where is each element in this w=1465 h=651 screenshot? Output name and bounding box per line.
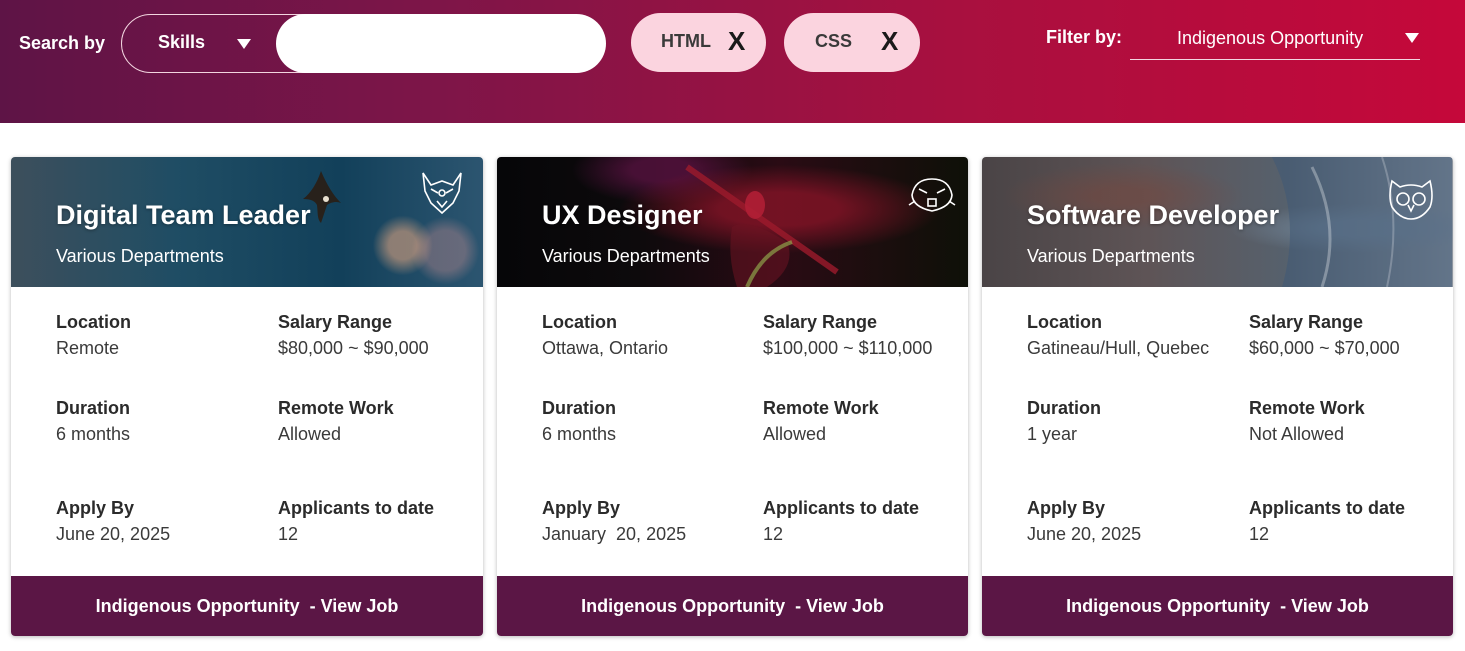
skills-dropdown-value: Skills xyxy=(158,32,206,52)
location-label: Location xyxy=(1027,312,1102,332)
chip-label: CSS xyxy=(815,31,853,51)
view-job-button-label: Indigenous Opportunity - View Job xyxy=(1066,595,1369,616)
chevron-down-icon xyxy=(1405,33,1419,43)
apply-by-label: Apply By xyxy=(1027,498,1106,518)
filter-dropdown[interactable]: Indigenous Opportunity xyxy=(1130,18,1420,60)
beaver-icon xyxy=(908,178,956,212)
view-job-button[interactable]: Indigenous Opportunity - View Job xyxy=(11,576,483,636)
location-label: Location xyxy=(542,312,617,332)
view-job-button[interactable]: Indigenous Opportunity - View Job xyxy=(982,576,1453,636)
applicants-value: 12 xyxy=(278,524,299,544)
job-card: Digital Team Leader Various Departments … xyxy=(11,157,483,636)
applicants-label: Applicants to date xyxy=(763,498,920,518)
view-job-button-label: Indigenous Opportunity - View Job xyxy=(95,595,399,616)
remove-chip-icon[interactable]: X xyxy=(881,26,898,56)
remote-work-value: Allowed xyxy=(278,424,342,444)
location-value: Ottawa, Ontario xyxy=(542,338,669,358)
location-label: Location xyxy=(56,312,131,332)
apply-by-label: Apply By xyxy=(56,498,135,518)
filter-by-label: Filter by: xyxy=(1046,27,1123,47)
skill-chip-css: CSS X xyxy=(784,13,920,72)
remote-work-label: Remote Work xyxy=(1249,398,1365,418)
search-header: Search by Skills HTML X CSS X Filter by:… xyxy=(0,0,1465,123)
location-value: Gatineau/Hull, Quebec xyxy=(1027,338,1210,358)
salary-value: $60,000 ~ $70,000 xyxy=(1249,338,1400,358)
job-title: Digital Team Leader xyxy=(56,200,311,230)
search-by-label: Search by xyxy=(19,33,106,53)
duration-value: 1 year xyxy=(1027,424,1078,444)
job-department: Various Departments xyxy=(56,246,224,266)
filter-dropdown-value: Indigenous Opportunity xyxy=(1177,28,1364,48)
apply-by-value: January 20, 2025 xyxy=(542,524,687,544)
duration-label: Duration xyxy=(542,398,616,418)
chevron-down-icon xyxy=(237,39,251,49)
wolf-icon xyxy=(422,172,462,215)
duration-value: 6 months xyxy=(56,424,131,444)
job-card: Software Developer Various Departments L… xyxy=(982,157,1453,636)
skill-chip-html: HTML X xyxy=(631,13,766,72)
salary-label: Salary Range xyxy=(278,312,393,332)
applicants-label: Applicants to date xyxy=(278,498,435,518)
remove-chip-icon[interactable]: X xyxy=(728,26,745,56)
salary-label: Salary Range xyxy=(1249,312,1364,332)
salary-label: Salary Range xyxy=(763,312,878,332)
card-header-image: UX Designer Various Departments xyxy=(497,157,968,287)
remote-work-label: Remote Work xyxy=(763,398,879,418)
apply-by-value: June 20, 2025 xyxy=(1027,524,1142,544)
view-job-button[interactable]: Indigenous Opportunity - View Job xyxy=(497,576,968,636)
remote-work-value: Not Allowed xyxy=(1249,424,1345,444)
applicants-label: Applicants to date xyxy=(1249,498,1406,518)
salary-value: $100,000 ~ $110,000 xyxy=(763,338,933,358)
card-header-image: Digital Team Leader Various Departments xyxy=(11,157,483,287)
apply-by-label: Apply By xyxy=(542,498,621,518)
duration-label: Duration xyxy=(1027,398,1101,418)
owl-icon xyxy=(1389,179,1433,220)
duration-label: Duration xyxy=(56,398,130,418)
job-title: UX Designer xyxy=(542,200,703,230)
card-header-image: Software Developer Various Departments xyxy=(982,157,1453,287)
chip-label: HTML xyxy=(661,31,711,51)
location-value: Remote xyxy=(56,338,120,358)
job-department: Various Departments xyxy=(1027,246,1195,266)
applicants-value: 12 xyxy=(763,524,784,544)
search-input[interactable] xyxy=(276,14,606,73)
job-title: Software Developer xyxy=(1027,200,1280,230)
duration-value: 6 months xyxy=(542,424,617,444)
job-card: UX Designer Various Departments Location… xyxy=(497,157,968,636)
apply-by-value: June 20, 2025 xyxy=(56,524,171,544)
job-department: Various Departments xyxy=(542,246,710,266)
applicants-value: 12 xyxy=(1249,524,1270,544)
remote-work-value: Allowed xyxy=(763,424,827,444)
view-job-button-label: Indigenous Opportunity - View Job xyxy=(581,595,884,616)
remote-work-label: Remote Work xyxy=(278,398,394,418)
salary-value: $80,000 ~ $90,000 xyxy=(278,338,429,358)
